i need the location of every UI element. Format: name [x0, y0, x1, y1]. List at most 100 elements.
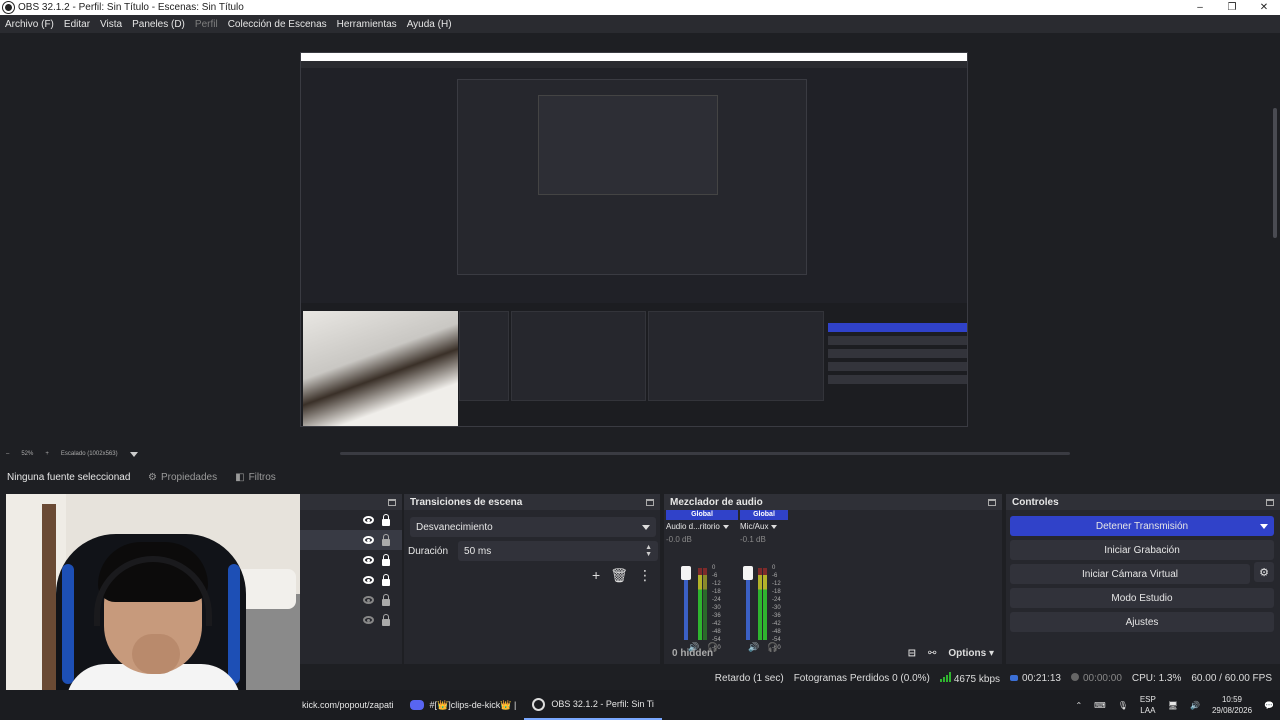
add-icon[interactable]: +: [592, 567, 600, 584]
trash-icon[interactable]: 🗑: [610, 567, 628, 584]
chevron-up-icon[interactable]: ⌃: [1075, 701, 1082, 710]
duration-input[interactable]: 50 ms ▲ ▼: [458, 541, 659, 561]
maximize-button[interactable]: ❐: [1216, 0, 1248, 15]
lock-icon[interactable]: [382, 613, 390, 626]
microphone-icon[interactable]: 🎙: [1118, 701, 1128, 710]
unlock-icon[interactable]: [382, 533, 390, 546]
popout-icon[interactable]: [1266, 498, 1274, 506]
canvas-nested-window-inner: [538, 95, 718, 195]
canvas-nested-webcam: [303, 311, 458, 426]
settings-button[interactable]: Ajustes: [1010, 612, 1274, 632]
preview-horizontal-scrollbar[interactable]: [340, 452, 1070, 455]
popout-icon[interactable]: [388, 498, 396, 506]
link-icon[interactable]: ⚯: [928, 648, 936, 659]
filter-icon: ◧: [235, 471, 245, 483]
taskbar-obs-window[interactable]: OBS 32.1.2 - Perfil: Sin Ti: [524, 690, 662, 720]
stop-stream-label: Detener Transmisión: [1095, 520, 1189, 532]
popout-icon[interactable]: [988, 498, 996, 506]
virtual-camera-settings-button[interactable]: ⚙: [1254, 562, 1274, 582]
studio-mode-button[interactable]: Modo Estudio: [1010, 588, 1274, 608]
audio-mixer-dock: Mezclador de audio Global Audio d...rito…: [664, 494, 1002, 664]
stop-stream-button[interactable]: Detener Transmisión: [1010, 516, 1274, 536]
canvas-nested-transitions: [511, 311, 646, 401]
start-virtual-camera-button[interactable]: Iniciar Cámara Virtual: [1010, 564, 1250, 584]
source-row[interactable]: [300, 570, 402, 590]
fps-status: 60.00 / 60.00 FPS: [1191, 672, 1272, 684]
menu-editar[interactable]: Editar: [64, 19, 90, 30]
close-button[interactable]: ✕: [1248, 0, 1280, 15]
filters-button[interactable]: ◧ Filtros: [227, 467, 284, 487]
fader-knob[interactable]: [681, 566, 691, 580]
stepper-arrows-icon[interactable]: ▲ ▼: [645, 544, 652, 558]
popout-icon[interactable]: [646, 498, 654, 506]
menu-archivo[interactable]: Archivo (F): [5, 19, 54, 30]
lock-icon[interactable]: [382, 553, 390, 566]
keyboard-icon[interactable]: ⌨: [1094, 701, 1106, 710]
webcam-chair-accent: [62, 564, 74, 684]
zoom-in-button[interactable]: +: [45, 451, 49, 457]
preview-area[interactable]: [0, 33, 1280, 445]
channel-name-row[interactable]: Mic/Aux: [740, 522, 788, 531]
canvas-nested-menu: [301, 61, 967, 68]
visibility-eye-icon[interactable]: [363, 576, 374, 584]
preview-vertical-scrollbar[interactable]: [1273, 108, 1277, 238]
preview-canvas[interactable]: [300, 52, 968, 427]
volume-fader[interactable]: [681, 566, 691, 640]
chevron-down-icon[interactable]: [1260, 524, 1268, 529]
start-recording-button[interactable]: Iniciar Grabación: [1010, 540, 1274, 560]
network-icon[interactable]: 🖥: [1168, 701, 1178, 710]
duration-row: Duración 50 ms ▲ ▼: [404, 541, 660, 561]
record-icon: [1070, 672, 1079, 681]
transition-select[interactable]: Desvanecimiento: [410, 517, 656, 537]
lock-icon[interactable]: [382, 573, 390, 586]
menu-ayuda[interactable]: Ayuda (H): [407, 19, 452, 30]
visibility-eye-icon[interactable]: [363, 516, 374, 524]
taskbar-kick-window[interactable]: kick.com/popout/zapati: [294, 690, 402, 720]
channel-name: Mic/Aux: [740, 522, 769, 531]
volume-icon[interactable]: 🔊: [1190, 701, 1200, 710]
sources-dock-header: [300, 494, 402, 510]
notification-icon[interactable]: 💬: [1264, 701, 1274, 710]
source-row[interactable]: [300, 530, 402, 550]
visibility-eye-icon[interactable]: [363, 536, 374, 544]
clock[interactable]: 10:59 29/08/2026: [1212, 694, 1252, 716]
source-row[interactable]: [300, 610, 402, 630]
no-source-label: Ninguna fuente seleccionad: [7, 471, 131, 483]
channel-name-row[interactable]: Audio d...ritorio: [666, 522, 738, 531]
menu-coleccion-escenas[interactable]: Colección de Escenas: [228, 19, 327, 30]
menu-herramientas[interactable]: Herramientas: [337, 19, 397, 30]
window-titlebar: OBS 32.1.2 - Perfil: Sin Título - Escena…: [0, 0, 1280, 15]
hidden-eye-icon[interactable]: [363, 616, 374, 624]
source-row[interactable]: [300, 590, 402, 610]
discord-icon: [409, 700, 424, 710]
level-meter: [698, 568, 708, 640]
fader-knob[interactable]: [743, 566, 753, 580]
menu-perfil[interactable]: Perfil: [195, 19, 218, 30]
canvas-nested-window: [457, 79, 807, 275]
source-row[interactable]: [300, 550, 402, 570]
taskbar-discord-window[interactable]: #[👑]clips-de-kick👑 |: [402, 690, 525, 720]
chevron-down-icon[interactable]: [129, 451, 138, 457]
minimize-button[interactable]: –: [1184, 0, 1216, 15]
gear-icon: ⚙: [148, 471, 157, 483]
layout-icon[interactable]: ⊟: [908, 648, 916, 659]
lock-icon[interactable]: [382, 513, 390, 526]
menu-paneles[interactable]: Paneles (D): [132, 19, 185, 30]
properties-button[interactable]: ⚙ Propiedades: [140, 467, 225, 487]
options-button[interactable]: Options ▾: [948, 648, 994, 659]
menu-vista[interactable]: Vista: [100, 19, 122, 30]
controls-dock-header: Controles: [1006, 494, 1280, 510]
dropped-frames: Fotogramas Perdidos 0 (0.0%): [793, 672, 930, 684]
visibility-eye-icon[interactable]: [363, 556, 374, 564]
hidden-eye-icon[interactable]: [363, 596, 374, 604]
source-row[interactable]: [300, 510, 402, 530]
chevron-down-icon[interactable]: [771, 524, 778, 529]
language-indicator[interactable]: ESP LAA: [1140, 694, 1156, 716]
zoom-out-button[interactable]: –: [6, 451, 9, 457]
lock-icon[interactable]: [382, 593, 390, 606]
zoom-level: 52%: [21, 451, 34, 457]
volume-fader[interactable]: [743, 566, 753, 640]
mixer-channel: Global Mic/Aux -0.1 dB 0 -6 -12 -18 -24 -30 -3…: [740, 510, 788, 652]
more-icon[interactable]: ⋮: [638, 567, 652, 584]
chevron-down-icon[interactable]: [722, 524, 729, 529]
